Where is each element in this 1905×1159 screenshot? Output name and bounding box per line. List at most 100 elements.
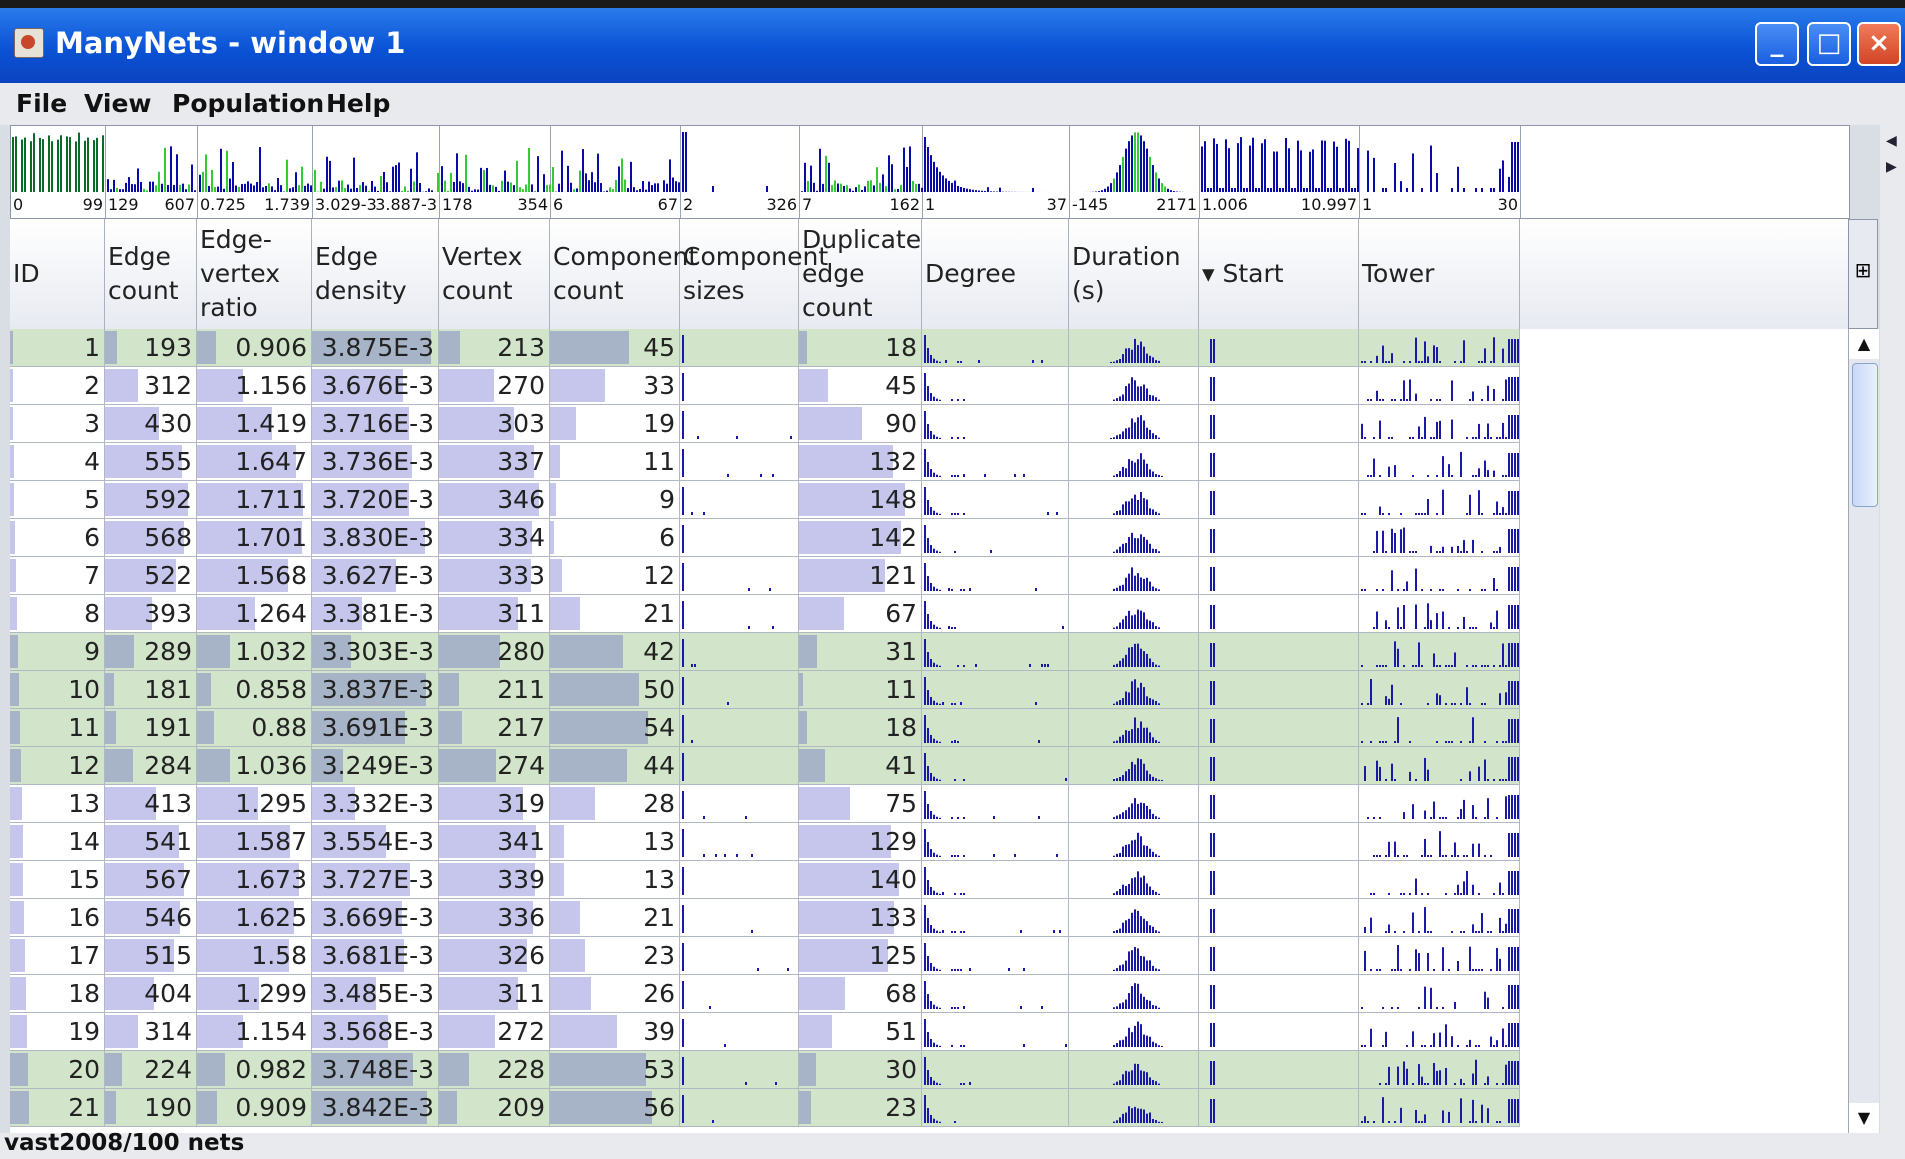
cell-edge-density[interactable]: 3.748E-3 xyxy=(312,1051,439,1089)
cell-sparkline-comp[interactable] xyxy=(680,405,799,443)
cell-ev-ratio[interactable]: 1.156 xyxy=(197,367,312,405)
close-button[interactable]: × xyxy=(1857,22,1901,66)
cell-comp-count[interactable]: 28 xyxy=(550,785,680,823)
collapse-arrow-icon[interactable]: ◀ xyxy=(1886,133,1897,149)
cell-id[interactable]: 2 xyxy=(10,367,105,405)
cell-sparkline-start[interactable] xyxy=(1199,823,1359,861)
cell-sparkline-tower[interactable] xyxy=(1359,443,1520,481)
cell-sparkline-degree[interactable] xyxy=(922,481,1069,519)
cell-edge-count[interactable]: 413 xyxy=(105,785,197,823)
cell-sparkline-tower[interactable] xyxy=(1359,785,1520,823)
cell-edge-count[interactable]: 430 xyxy=(105,405,197,443)
cell-sparkline-degree[interactable] xyxy=(922,861,1069,899)
cell-sparkline-start[interactable] xyxy=(1199,633,1359,671)
cell-edge-count[interactable]: 314 xyxy=(105,1013,197,1051)
cell-sparkline-duration[interactable] xyxy=(1069,1051,1199,1089)
cell-sparkline-start[interactable] xyxy=(1199,443,1359,481)
cell-ev-ratio[interactable]: 1.036 xyxy=(197,747,312,785)
cell-edge-count[interactable]: 190 xyxy=(105,1089,197,1127)
cell-sparkline-duration[interactable] xyxy=(1069,823,1199,861)
column-header-9[interactable]: Degree xyxy=(922,219,1069,329)
cell-sparkline-comp[interactable] xyxy=(680,975,799,1013)
cell-sparkline-start[interactable] xyxy=(1199,481,1359,519)
cell-edge-count[interactable]: 181 xyxy=(105,671,197,709)
cell-edge-count[interactable]: 404 xyxy=(105,975,197,1013)
title-bar[interactable]: ManyNets - window 1 _ □ × xyxy=(0,8,1905,83)
summary-histogram-2[interactable]: 129 607 xyxy=(106,126,198,218)
cell-id[interactable]: 16 xyxy=(10,899,105,937)
cell-comp-count[interactable]: 23 xyxy=(550,937,680,975)
cell-ev-ratio[interactable]: 1.58 xyxy=(197,937,312,975)
cell-comp-count[interactable]: 42 xyxy=(550,633,680,671)
cell-sparkline-duration[interactable] xyxy=(1069,557,1199,595)
cell-sparkline-start[interactable] xyxy=(1199,595,1359,633)
summary-histogram-6[interactable]: 6 67 xyxy=(551,126,681,218)
cell-ev-ratio[interactable]: 1.625 xyxy=(197,899,312,937)
cell-dup-edge[interactable]: 51 xyxy=(799,1013,922,1051)
cell-sparkline-comp[interactable] xyxy=(680,709,799,747)
cell-edge-density[interactable]: 3.381E-3 xyxy=(312,595,439,633)
cell-sparkline-tower[interactable] xyxy=(1359,899,1520,937)
cell-sparkline-tower[interactable] xyxy=(1359,633,1520,671)
cell-sparkline-degree[interactable] xyxy=(922,443,1069,481)
cell-vertex-count[interactable]: 209 xyxy=(439,1089,550,1127)
menu-file[interactable]: File xyxy=(16,89,67,118)
cell-id[interactable]: 7 xyxy=(10,557,105,595)
column-header-4[interactable]: Edge density xyxy=(312,219,439,329)
cell-dup-edge[interactable]: 23 xyxy=(799,1089,922,1127)
cell-comp-count[interactable]: 50 xyxy=(550,671,680,709)
cell-ev-ratio[interactable]: 1.264 xyxy=(197,595,312,633)
column-header-7[interactable]: Component sizes xyxy=(680,219,828,329)
cell-sparkline-comp[interactable] xyxy=(680,899,799,937)
cell-sparkline-degree[interactable] xyxy=(922,1089,1069,1127)
cell-edge-density[interactable]: 3.837E-3 xyxy=(312,671,439,709)
cell-edge-count[interactable]: 393 xyxy=(105,595,197,633)
cell-id[interactable]: 15 xyxy=(10,861,105,899)
scroll-down-arrow-icon[interactable]: ▼ xyxy=(1849,1103,1879,1133)
cell-sparkline-tower[interactable] xyxy=(1359,937,1520,975)
cell-id[interactable]: 4 xyxy=(10,443,105,481)
cell-sparkline-degree[interactable] xyxy=(922,519,1069,557)
cell-comp-count[interactable]: 39 xyxy=(550,1013,680,1051)
cell-vertex-count[interactable]: 217 xyxy=(439,709,550,747)
scroll-up-arrow-icon[interactable]: ▲ xyxy=(1849,329,1879,359)
cell-sparkline-start[interactable] xyxy=(1199,785,1359,823)
cell-sparkline-start[interactable] xyxy=(1199,1089,1359,1127)
cell-edge-count[interactable]: 546 xyxy=(105,899,197,937)
cell-sparkline-duration[interactable] xyxy=(1069,633,1199,671)
cell-edge-count[interactable]: 568 xyxy=(105,519,197,557)
summary-histogram-5[interactable]: 178 354 xyxy=(440,126,551,218)
cell-edge-density[interactable]: 3.716E-3 xyxy=(312,405,439,443)
cell-edge-density[interactable]: 3.842E-3 xyxy=(312,1089,439,1127)
cell-sparkline-degree[interactable] xyxy=(922,975,1069,1013)
cell-sparkline-tower[interactable] xyxy=(1359,975,1520,1013)
cell-sparkline-degree[interactable] xyxy=(922,1051,1069,1089)
cell-sparkline-tower[interactable] xyxy=(1359,823,1520,861)
cell-dup-edge[interactable]: 142 xyxy=(799,519,922,557)
column-header-6[interactable]: Component count xyxy=(550,219,698,329)
cell-comp-count[interactable]: 21 xyxy=(550,595,680,633)
column-header-8[interactable]: Duplicate edge count xyxy=(799,219,922,329)
cell-ev-ratio[interactable]: 1.587 xyxy=(197,823,312,861)
summary-histogram-9[interactable]: 1 37 xyxy=(923,126,1070,218)
cell-sparkline-comp[interactable] xyxy=(680,937,799,975)
cell-sparkline-tower[interactable] xyxy=(1359,747,1520,785)
cell-sparkline-comp[interactable] xyxy=(680,861,799,899)
menu-population[interactable]: Population xyxy=(172,89,324,118)
cell-edge-count[interactable]: 515 xyxy=(105,937,197,975)
cell-sparkline-comp[interactable] xyxy=(680,329,799,367)
cell-dup-edge[interactable]: 129 xyxy=(799,823,922,861)
summary-histogram-3[interactable]: 0.725 1.739 xyxy=(198,126,313,218)
cell-edge-count[interactable]: 522 xyxy=(105,557,197,595)
cell-vertex-count[interactable]: 333 xyxy=(439,557,550,595)
cell-comp-count[interactable]: 12 xyxy=(550,557,680,595)
cell-sparkline-start[interactable] xyxy=(1199,747,1359,785)
cell-ev-ratio[interactable]: 1.568 xyxy=(197,557,312,595)
cell-ev-ratio[interactable]: 1.032 xyxy=(197,633,312,671)
column-header-2[interactable]: Edge count xyxy=(105,219,197,329)
cell-dup-edge[interactable]: 121 xyxy=(799,557,922,595)
cell-dup-edge[interactable]: 132 xyxy=(799,443,922,481)
column-header-10[interactable]: Duration (s) xyxy=(1069,219,1199,329)
cell-id[interactable]: 6 xyxy=(10,519,105,557)
cell-dup-edge[interactable]: 133 xyxy=(799,899,922,937)
